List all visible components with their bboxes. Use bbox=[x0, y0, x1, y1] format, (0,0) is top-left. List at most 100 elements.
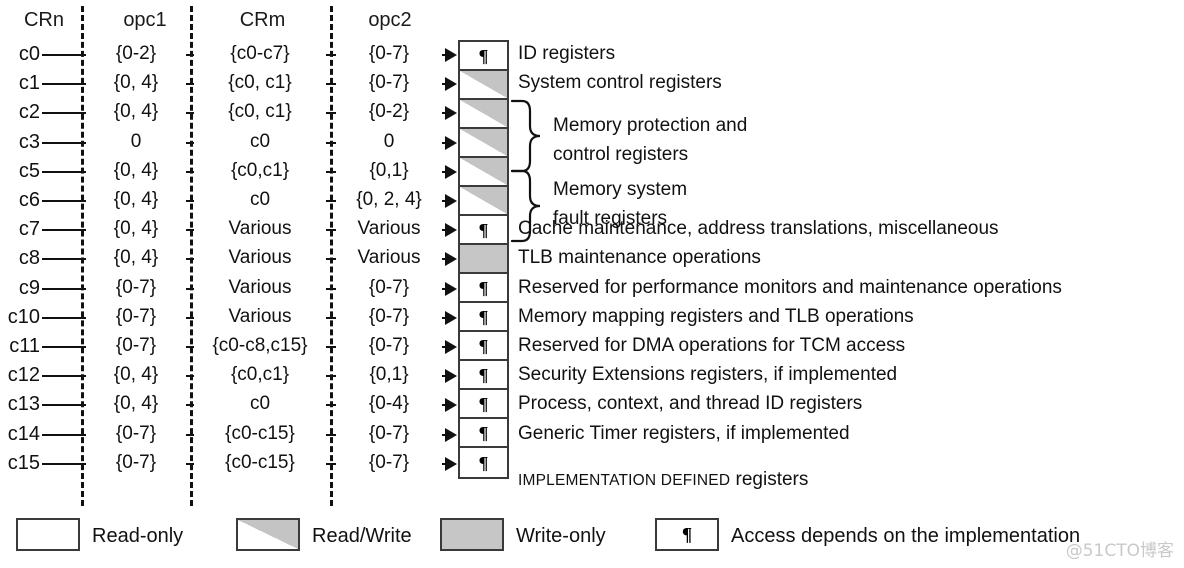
crn-label-c13: c13 bbox=[7, 393, 40, 416]
cell-crm-c12: {c0,c1} bbox=[194, 365, 326, 385]
description-row-c11: Reserved for DMA operations for TCM acce… bbox=[518, 335, 906, 356]
access-box-c6 bbox=[460, 187, 507, 216]
legend-label-impl-defined: Access depends on the implementation bbox=[731, 525, 1081, 547]
cell-crm-c13: c0 bbox=[194, 394, 326, 414]
cell-opc2-c13: {0-4} bbox=[336, 394, 442, 414]
cell-opc2-c8: Various bbox=[336, 248, 442, 268]
implementation-defined-caps: IMPLEMENTATION DEFINED bbox=[518, 472, 731, 489]
row-arrow-icon bbox=[445, 164, 457, 179]
cell-opc1-c1: {0, 4} bbox=[86, 73, 186, 93]
group-label-memory-system-line1: Memory system bbox=[553, 179, 688, 200]
column-header-crm: CRm bbox=[239, 9, 286, 31]
crn-label-c5: c5 bbox=[18, 159, 40, 182]
crn-label-c15: c15 bbox=[7, 451, 40, 474]
description-row-c9: Reserved for performance monitors and ma… bbox=[518, 276, 1062, 298]
cell-crm-c9: Various bbox=[194, 277, 326, 297]
pilcrow-icon: ¶ bbox=[478, 335, 489, 356]
cell-crm-c8: Various bbox=[194, 248, 326, 268]
legend-label-read-only: Read-only bbox=[92, 525, 184, 547]
cell-opc1-c7: {0, 4} bbox=[86, 219, 186, 239]
description-row-c1: System control registers bbox=[518, 72, 722, 94]
cell-opc2-c2: {0-2} bbox=[336, 102, 442, 122]
crn-label-c9: c9 bbox=[18, 276, 40, 299]
cell-opc2-c14: {0-7} bbox=[336, 423, 442, 443]
pilcrow-icon: ¶ bbox=[478, 422, 489, 443]
row-arrow-icon bbox=[445, 456, 457, 471]
access-box-c8 bbox=[460, 245, 507, 274]
access-box-c14: ¶ bbox=[460, 419, 507, 448]
cell-opc2-c3: 0 bbox=[336, 131, 442, 151]
cell-opc2-c0: {0-7} bbox=[336, 44, 442, 63]
cell-crm-c3: c0 bbox=[194, 131, 326, 151]
description-row-c12: Security Extensions registers, if implem… bbox=[518, 364, 898, 386]
pilcrow-icon: ¶ bbox=[478, 393, 489, 414]
pilcrow-icon: ¶ bbox=[681, 524, 693, 545]
legend-swatch-impl-defined: ¶ bbox=[655, 518, 719, 551]
cell-opc1-c13: {0, 4} bbox=[86, 394, 186, 414]
description-row-c14: Generic Timer registers, if implemented bbox=[518, 422, 850, 444]
cell-opc2-c10: {0-7} bbox=[336, 306, 442, 326]
row-arrow-icon bbox=[445, 77, 457, 92]
group-brace-memory-protection bbox=[510, 99, 541, 173]
cell-opc2-c6: {0, 2, 4} bbox=[336, 190, 442, 209]
crn-label-c1: c1 bbox=[18, 72, 40, 95]
access-box-c9: ¶ bbox=[460, 274, 507, 303]
cell-crm-c2: {c0, c1} bbox=[194, 102, 326, 122]
crn-label-c14: c14 bbox=[7, 422, 40, 445]
cell-crm-c15: {c0-c15} bbox=[194, 452, 326, 472]
crn-label-c10: c10 bbox=[7, 305, 40, 328]
cell-crm-c5: {c0,c1} bbox=[194, 160, 326, 180]
implementation-defined-rest: registers bbox=[730, 469, 809, 490]
column-header-opc1: opc1 bbox=[123, 9, 167, 31]
access-box-c2 bbox=[460, 100, 507, 129]
cell-opc1-c12: {0, 4} bbox=[86, 365, 186, 385]
legend-swatch-read-write bbox=[236, 518, 300, 551]
cell-opc1-c5: {0, 4} bbox=[86, 160, 186, 180]
cell-opc1-c15: {0-7} bbox=[86, 452, 186, 472]
access-box-c0: ¶ bbox=[460, 42, 507, 71]
access-type-column: ¶ ¶ ¶ ¶ ¶ ¶ ¶ ¶ ¶ bbox=[458, 40, 509, 479]
description-row-c15: IMPLEMENTATION DEFINED registers bbox=[518, 470, 808, 490]
cell-opc2-c9: {0-7} bbox=[336, 277, 442, 297]
register-map-diagram: CRn opc1 CRm opc2 c0 {0-2} {c0-c7} {0-7} c1 {… bbox=[0, 0, 1184, 568]
access-box-c5 bbox=[460, 158, 507, 187]
description-row-c0: ID registers bbox=[518, 43, 616, 64]
cell-opc2-c7: Various bbox=[336, 219, 442, 239]
row-arrow-icon bbox=[445, 427, 457, 442]
cell-crm-c0: {c0-c7} bbox=[194, 44, 326, 63]
description-row-c13: Process, context, and thread ID register… bbox=[518, 393, 863, 415]
cell-opc1-c9: {0-7} bbox=[86, 277, 186, 297]
access-box-c3 bbox=[460, 129, 507, 158]
column-divider-2 bbox=[190, 6, 193, 506]
legend-label-read-write: Read/Write bbox=[312, 525, 412, 547]
cell-crm-c11: {c0-c8,c15} bbox=[194, 336, 326, 355]
row-arrow-icon bbox=[445, 106, 457, 121]
pilcrow-icon: ¶ bbox=[478, 219, 489, 240]
cell-opc2-c15: {0-7} bbox=[336, 452, 442, 472]
pilcrow-icon: ¶ bbox=[478, 45, 489, 66]
cell-opc2-c1: {0-7} bbox=[336, 73, 442, 93]
access-box-c11: ¶ bbox=[460, 332, 507, 361]
crn-label-c3: c3 bbox=[18, 130, 40, 153]
row-arrow-icon bbox=[445, 48, 457, 62]
cell-opc1-c14: {0-7} bbox=[86, 423, 186, 443]
pilcrow-icon: ¶ bbox=[478, 306, 489, 327]
access-box-c7: ¶ bbox=[460, 216, 507, 245]
access-box-c15: ¶ bbox=[460, 448, 507, 477]
legend-swatch-write-only bbox=[440, 518, 504, 551]
pilcrow-icon: ¶ bbox=[478, 364, 489, 385]
group-label-memory-protection-line1: Memory protection and bbox=[553, 115, 748, 136]
pilcrow-icon: ¶ bbox=[478, 277, 489, 298]
legend-label-write-only: Write-only bbox=[516, 525, 606, 547]
cell-opc1-c0: {0-2} bbox=[86, 44, 186, 63]
description-row-c10: Memory mapping registers and TLB operati… bbox=[518, 305, 914, 327]
row-arrow-icon bbox=[445, 398, 457, 413]
group-label-memory-system-line2: fault registers bbox=[553, 208, 668, 229]
column-header-crn: CRn bbox=[23, 9, 64, 31]
cell-opc1-c6: {0, 4} bbox=[86, 190, 186, 209]
cell-opc2-c12: {0,1} bbox=[336, 365, 442, 385]
access-box-c12: ¶ bbox=[460, 361, 507, 390]
crn-label-c11: c11 bbox=[9, 335, 40, 357]
row-arrow-icon bbox=[445, 194, 457, 208]
crn-label-c12: c12 bbox=[7, 364, 40, 387]
